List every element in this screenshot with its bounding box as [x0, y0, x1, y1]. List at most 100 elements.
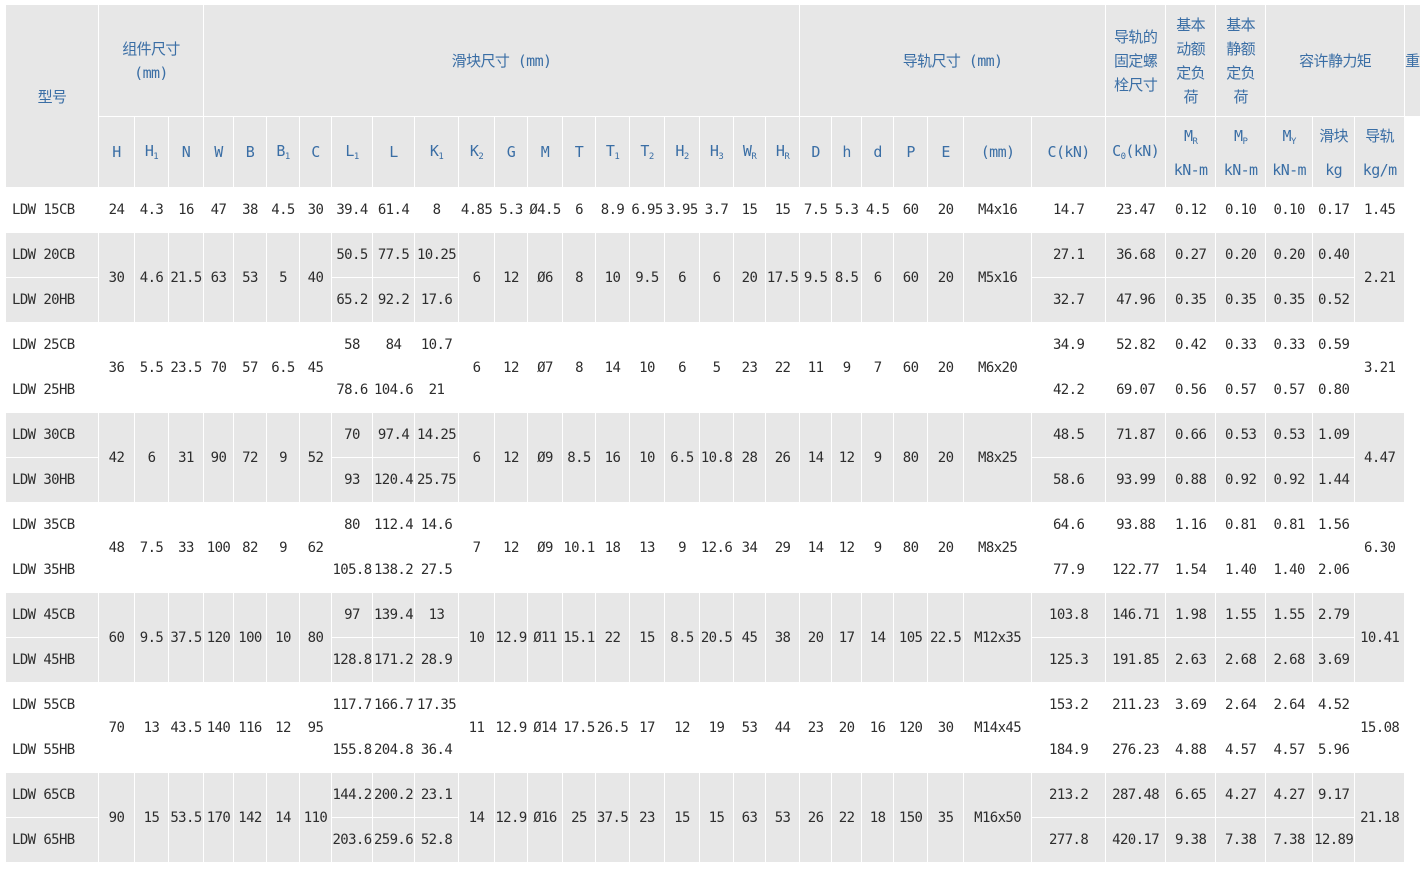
cell-L: 200.2 — [372, 772, 416, 818]
cell-WR: 28 — [733, 412, 767, 503]
cell-C0_kN: 93.88 — [1105, 502, 1167, 548]
cell-E: 20 — [927, 412, 965, 503]
cell-K2: 6 — [458, 322, 496, 413]
cell-T: 8 — [562, 322, 597, 413]
cell-K2: 4.85 — [458, 187, 496, 233]
col-C0-kN: C0(kN) — [1105, 116, 1167, 188]
cell-L: 104.6 — [372, 367, 416, 413]
cell-MY: 4.27 — [1265, 772, 1314, 818]
model-cell: LDW 45CB — [5, 592, 99, 638]
cell-block: 2.79 — [1312, 592, 1356, 638]
cell-G: 12 — [494, 412, 529, 503]
cell-T: 8 — [562, 232, 597, 323]
cell-N: 37.5 — [167, 592, 205, 683]
cell-N: 33 — [167, 502, 205, 593]
col-T: T — [562, 116, 597, 188]
col-H1: H1 — [134, 116, 169, 188]
cell-N: 31 — [167, 412, 205, 503]
cell-block: 0.52 — [1312, 277, 1356, 323]
cell-MP: 0.33 — [1215, 322, 1267, 368]
cell-B1: 12 — [266, 682, 301, 773]
col-C-kN: C(kN) — [1031, 116, 1107, 188]
cell-block: 1.09 — [1312, 412, 1356, 458]
model-cell: LDW 35HB — [5, 547, 99, 593]
col-H: H — [98, 116, 135, 188]
cell-W: 70 — [203, 322, 235, 413]
cell-L1: 70 — [331, 412, 374, 458]
cell-W: 140 — [203, 682, 235, 773]
cell-H2: 15 — [664, 772, 701, 863]
col-E: E — [927, 116, 965, 188]
cell-rail-weight: 2.21 — [1354, 232, 1406, 323]
cell-block: 1.56 — [1312, 502, 1356, 548]
col-B1: B1 — [266, 116, 301, 188]
header-group-row: 型号 组件尺寸 (mm) 滑块尺寸 (mm) 导轨尺寸 (mm) 导轨的固定螺栓尺… — [5, 4, 1421, 188]
cell-H: 42 — [98, 412, 135, 503]
cell-MP: 0.57 — [1215, 367, 1267, 413]
col-rail-weight: 导轨 kg/m — [1354, 116, 1406, 188]
cell-MR: 0.56 — [1165, 367, 1217, 413]
cell-MP: 1.55 — [1215, 592, 1267, 638]
col-MY: MY kN-m — [1265, 116, 1314, 188]
cell-d: 18 — [861, 772, 895, 863]
cell-T2: 13 — [629, 502, 666, 593]
cell-bolt: M16x50 — [963, 772, 1033, 863]
cell-G: 12 — [494, 502, 529, 593]
col-h: h — [831, 116, 863, 188]
cell-P: 60 — [893, 187, 929, 233]
cell-T2: 10 — [629, 322, 666, 413]
cell-MP: 0.81 — [1215, 502, 1267, 548]
cell-P: 80 — [893, 502, 929, 593]
cell-B: 72 — [233, 412, 268, 503]
cell-T1: 10 — [595, 232, 631, 323]
cell-MR: 1.16 — [1165, 502, 1217, 548]
cell-MY: 0.35 — [1265, 277, 1314, 323]
dynamic-load-header: 基本动额定负荷 — [1165, 4, 1217, 117]
cell-block: 4.52 — [1312, 682, 1356, 728]
cell-K2: 10 — [458, 592, 496, 683]
weight-header: 重量 — [1404, 4, 1421, 117]
col-MR: MR kN-m — [1165, 116, 1217, 188]
cell-T2: 10 — [629, 412, 666, 503]
cell-C_kN: 32.7 — [1031, 277, 1107, 323]
cell-T1: 18 — [595, 502, 631, 593]
cell-H3: 5 — [699, 322, 735, 413]
cell-C_kN: 184.9 — [1031, 727, 1107, 773]
cell-block: 1.44 — [1312, 457, 1356, 503]
cell-MY: 0.57 — [1265, 367, 1314, 413]
cell-P: 60 — [893, 322, 929, 413]
col-B: B — [233, 116, 268, 188]
cell-bolt: M8x25 — [963, 412, 1033, 503]
cell-block: 12.89 — [1312, 817, 1356, 863]
cell-G: 12.9 — [494, 772, 529, 863]
cell-MP: 7.38 — [1215, 817, 1267, 863]
cell-M: Ø11 — [527, 592, 564, 683]
cell-B1: 6.5 — [266, 322, 301, 413]
cell-G: 12.9 — [494, 682, 529, 773]
cell-block: 2.06 — [1312, 547, 1356, 593]
cell-H1: 4.3 — [134, 187, 169, 233]
cell-T1: 16 — [595, 412, 631, 503]
header-column-row: H H1 N W B B1 C L1 L K1 K2 G M T T1 T2 H… — [6, 116, 1421, 188]
cell-L: 112.4 — [372, 502, 416, 548]
cell-L: 120.4 — [372, 457, 416, 503]
cell-K1: 17.35 — [414, 682, 460, 728]
cell-C0_kN: 191.85 — [1105, 637, 1167, 683]
table-row: LDW 30CB 42 6 31 90 72 9 52 70 97.4 14.25 6 12 Ø9 8.5 1… — [5, 412, 1421, 503]
cell-T: 15.1 — [562, 592, 597, 683]
cell-L: 139.4 — [372, 592, 416, 638]
rail-dims-header: 导轨尺寸 (mm) — [799, 4, 1107, 117]
cell-G: 12 — [494, 322, 529, 413]
col-K2: K2 — [458, 116, 496, 188]
cell-T1: 26.5 — [595, 682, 631, 773]
cell-H3: 3.7 — [699, 187, 735, 233]
cell-C_kN: 58.6 — [1031, 457, 1107, 503]
table-row: LDW 15CB 24 4.3 16 47 38 4.5 30 39.4 61.4 8 4.85 5.3… — [5, 187, 1421, 233]
cell-P: 80 — [893, 412, 929, 503]
cell-MY: 2.68 — [1265, 637, 1314, 683]
cell-block: 0.80 — [1312, 367, 1356, 413]
cell-K1: 21 — [414, 367, 460, 413]
model-cell: LDW 30HB — [5, 457, 99, 503]
cell-MY: 0.33 — [1265, 322, 1314, 368]
cell-K1: 17.6 — [414, 277, 460, 323]
